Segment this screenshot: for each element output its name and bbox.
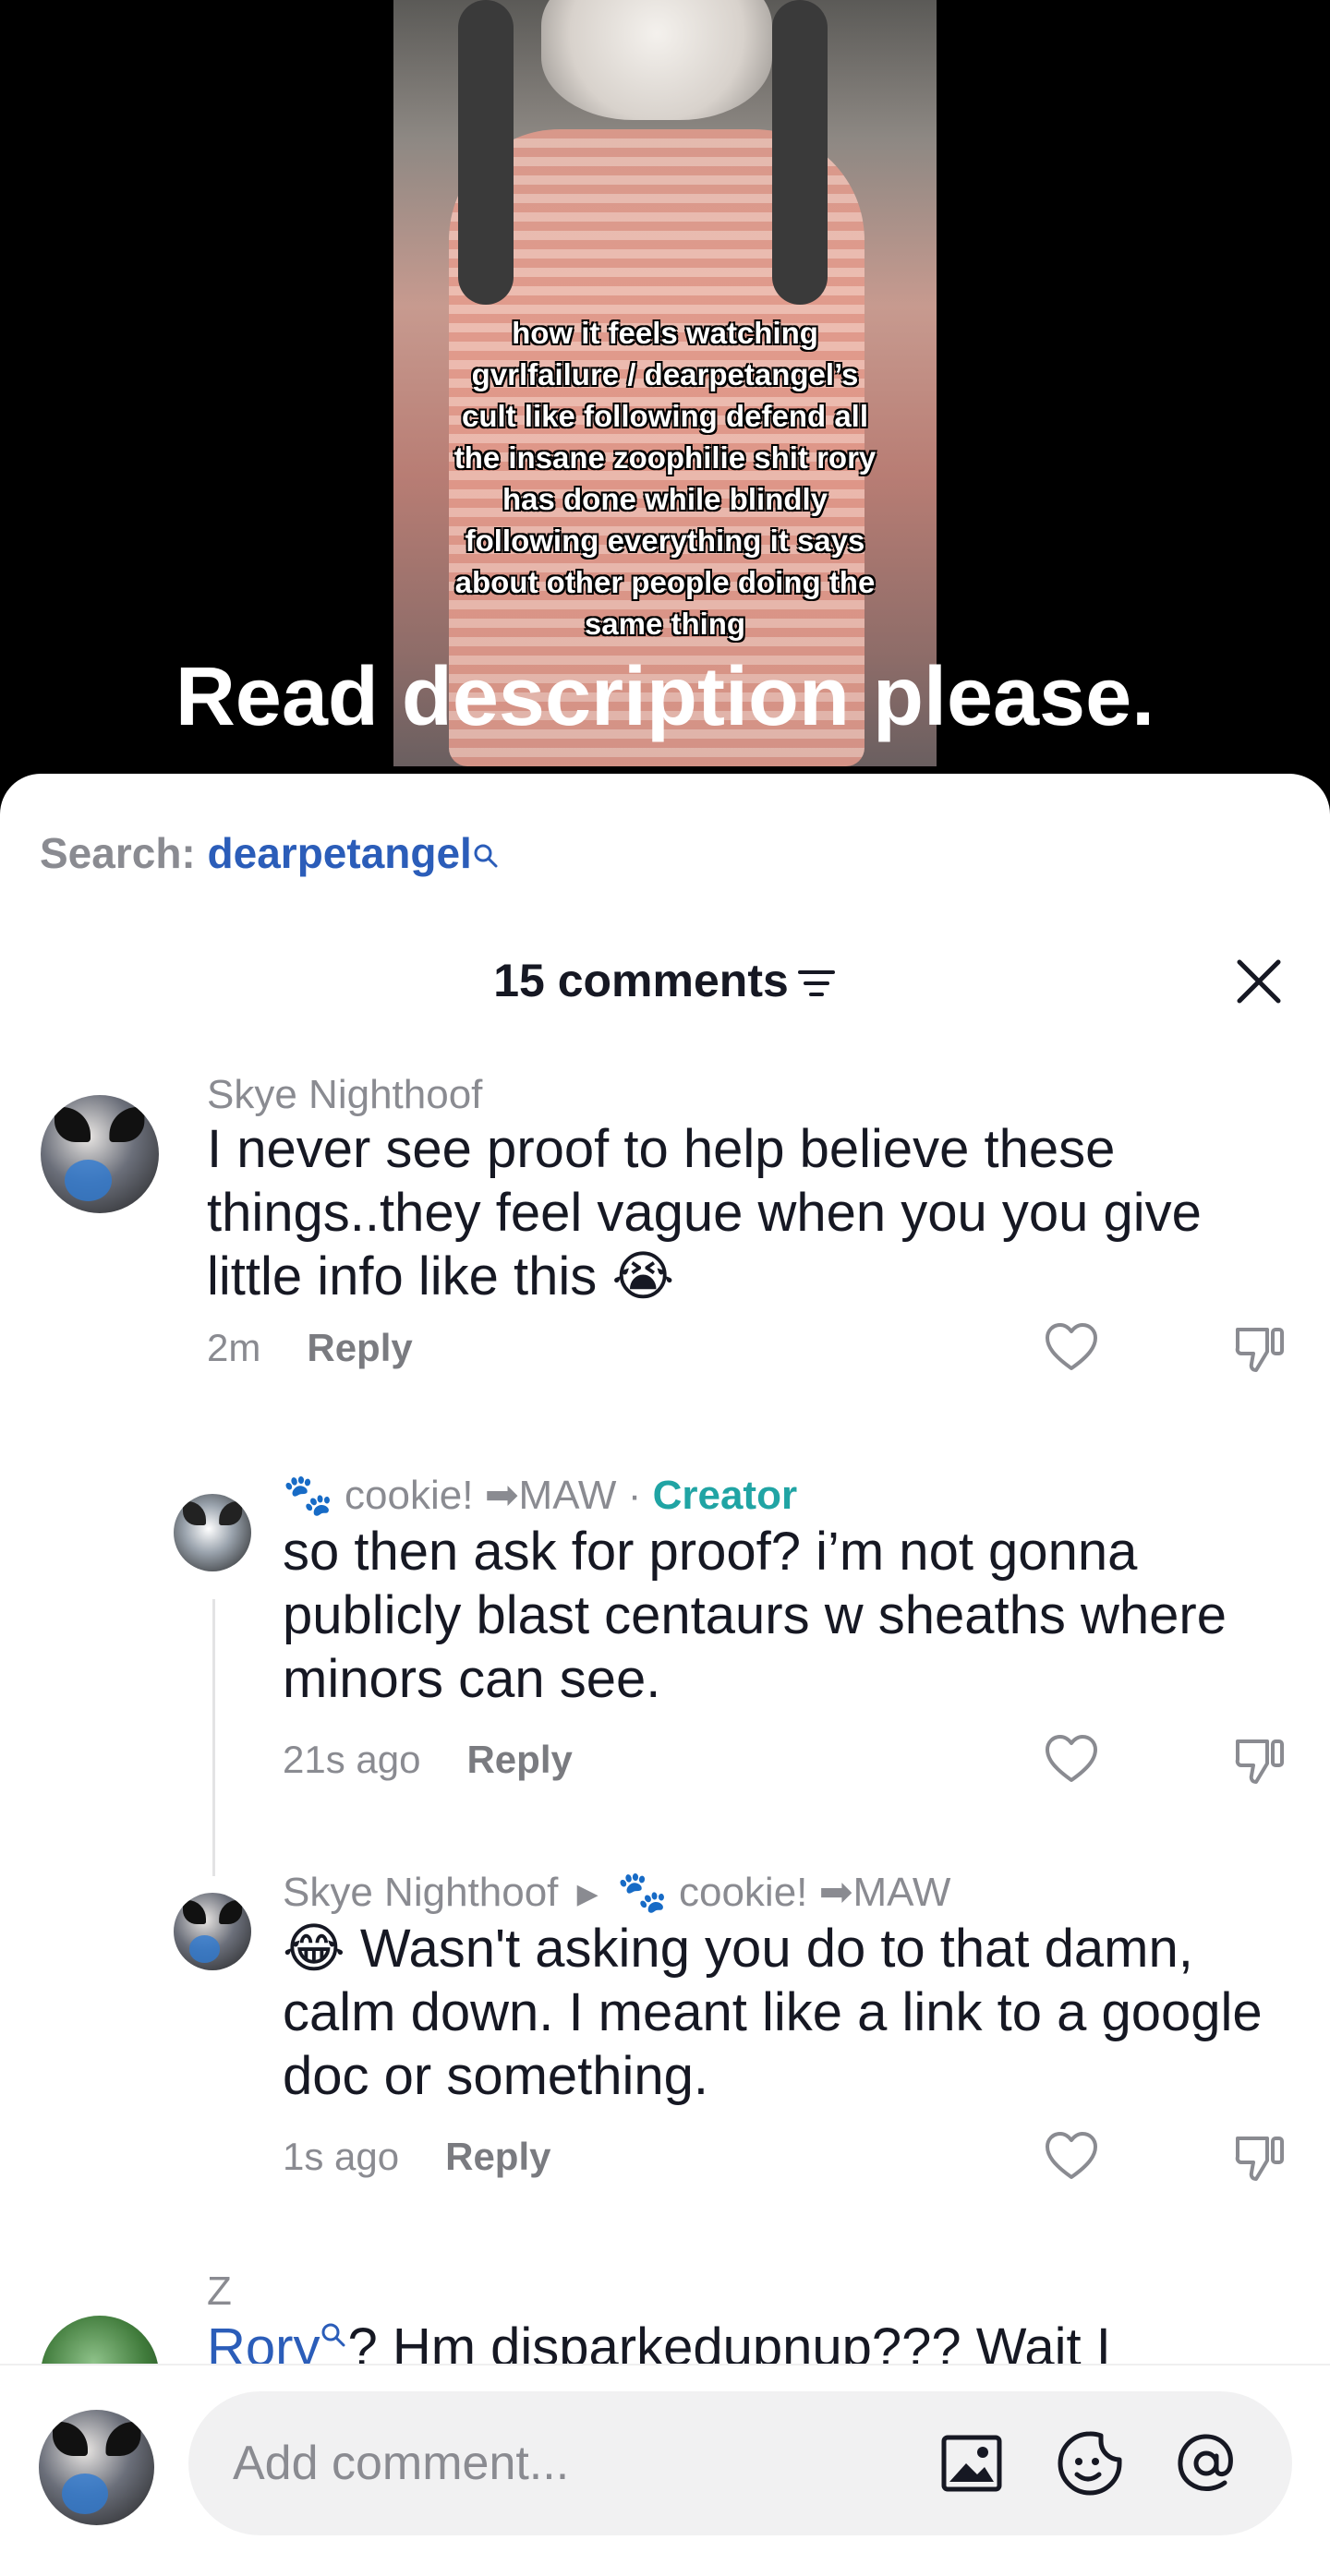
image-icon[interactable] xyxy=(937,2428,1007,2498)
reply-to-suffix: ➡MAW xyxy=(818,1870,951,1915)
comment-time: 1s ago xyxy=(283,2135,400,2178)
overlay-line: about other people doing the xyxy=(454,565,876,599)
reply-thread-line xyxy=(212,1599,215,1876)
overlay-line: same thing xyxy=(584,607,746,641)
comment-username[interactable]: Skye Nighthoof ▶ 🐾 cookie! ➡MAW xyxy=(283,1867,950,1920)
video-figure-fur-right xyxy=(772,0,828,305)
comment-username[interactable]: Skye Nighthoof xyxy=(207,1069,482,1121)
like-heart-icon[interactable] xyxy=(1044,1732,1099,1788)
reply-to-username: cookie! xyxy=(678,1870,808,1915)
comments-sheet: Search: dearpetangel 15 comments Skye Ni… xyxy=(0,774,1330,2574)
comment-meta: 1s ago Reply xyxy=(283,2131,550,2183)
comments-count: 15 comments xyxy=(493,955,789,1006)
comment-text: so then ask for proof? i’m not gonna pub… xyxy=(283,1522,1227,1709)
comment-time: 21s ago xyxy=(283,1738,421,1781)
comment-meta: 2m Reply xyxy=(207,1322,413,1374)
avatar[interactable] xyxy=(174,1494,251,1571)
paw-icon: 🐾 xyxy=(283,1472,333,1519)
comment-username[interactable]: 🐾 cookie! ➡MAW · Creator xyxy=(283,1470,797,1522)
dislike-icon[interactable] xyxy=(1232,1320,1288,1376)
comments-header: 15 comments xyxy=(0,951,1330,1014)
comment-text: I never see proof to help believe these … xyxy=(207,1119,1202,1306)
current-user-avatar xyxy=(39,2410,154,2525)
close-icon xyxy=(1237,959,1281,1004)
username-text: cookie! xyxy=(345,1473,474,1518)
search-label: Search: xyxy=(40,829,196,877)
search-term-link[interactable]: dearpetangel xyxy=(208,829,472,877)
reply-button[interactable]: Reply xyxy=(307,1326,412,1369)
close-button[interactable] xyxy=(1232,955,1286,1008)
comment-username[interactable]: Z xyxy=(207,2266,232,2317)
search-suggestion[interactable]: Search: dearpetangel xyxy=(40,825,500,883)
emoji-sticker-icon[interactable] xyxy=(1055,2428,1125,2498)
comment-text: 😂 Wasn't asking you do to that damn, cal… xyxy=(283,1919,1263,2106)
video-figure-fur-left xyxy=(458,0,514,305)
overlay-line: gvrlfailure / dearpetangel’s xyxy=(471,357,859,391)
like-heart-icon[interactable] xyxy=(1044,2129,1099,2185)
add-comment-placeholder: Add comment... xyxy=(233,2437,570,2490)
username-text: Skye Nighthoof xyxy=(283,1870,559,1915)
username-suffix: ➡MAW xyxy=(484,1473,617,1518)
comment-meta: 21s ago Reply xyxy=(283,1734,573,1786)
search-icon xyxy=(472,827,500,883)
overlay-line: how it feels watching xyxy=(512,316,818,350)
video-player[interactable]: how it feels watching gvrlfailure / dear… xyxy=(0,0,1330,776)
avatar[interactable] xyxy=(41,1095,159,1213)
avatar[interactable] xyxy=(174,1893,251,1970)
comment-time: 2m xyxy=(207,1326,261,1369)
dislike-icon[interactable] xyxy=(1232,2129,1288,2185)
reply-button[interactable]: Reply xyxy=(445,2135,550,2178)
reply-to-arrow-icon: ▶ xyxy=(576,1879,598,1910)
creator-badge: Creator xyxy=(652,1473,798,1518)
dislike-icon[interactable] xyxy=(1232,1732,1288,1788)
video-figure-head xyxy=(541,0,772,120)
mention-at-icon[interactable] xyxy=(1171,2428,1241,2498)
video-overlay-text: how it feels watching gvrlfailure / dear… xyxy=(393,312,937,644)
sort-filter-icon[interactable] xyxy=(796,955,837,1014)
like-heart-icon[interactable] xyxy=(1044,1320,1099,1376)
video-caption: Read description please. xyxy=(175,651,1155,743)
reply-button[interactable]: Reply xyxy=(466,1738,572,1781)
overlay-line: has done while blindly xyxy=(502,482,828,516)
comment-composer: Add comment... xyxy=(0,2364,1330,2576)
add-comment-input[interactable]: Add comment... xyxy=(188,2391,1292,2535)
overlay-line: following everything it says xyxy=(465,524,865,558)
overlay-line: the insane zoophilie shit rory xyxy=(453,440,877,475)
paw-icon: 🐾 xyxy=(616,1869,668,1916)
overlay-line: cult like following defend all xyxy=(461,399,869,433)
